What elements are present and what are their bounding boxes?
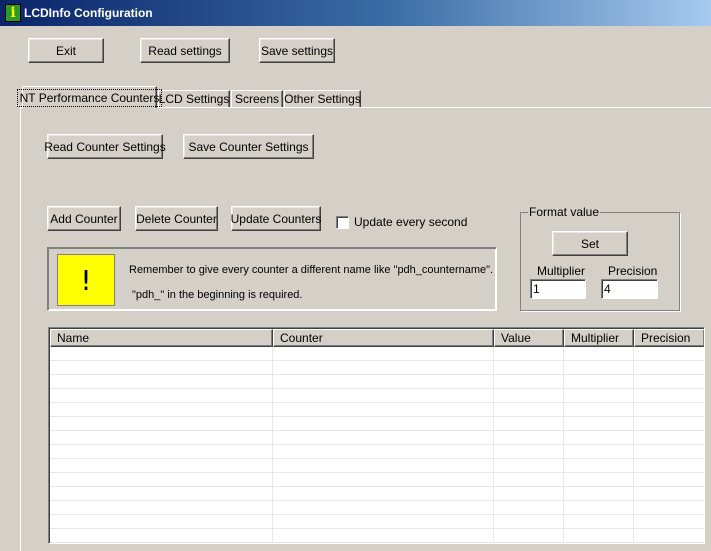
tab-lcd-settings[interactable]: LCD Settings <box>158 90 230 107</box>
naming-notice: ! Remember to give every counter a diffe… <box>47 247 497 311</box>
precision-label: Precision <box>608 264 658 278</box>
window-title: LCDInfo Configuration <box>24 6 153 20</box>
read-counter-settings-button[interactable]: Read Counter Settings <box>44 134 166 159</box>
save-counter-settings-button[interactable]: Save Counter Settings <box>183 134 314 159</box>
info-i-icon: i <box>5 4 21 22</box>
update-every-second-label: Update every second <box>354 215 468 229</box>
precision-input[interactable]: 4 <box>601 279 658 299</box>
add-counter-button[interactable]: Add Counter <box>47 206 121 231</box>
tab-screens[interactable]: Screens <box>231 90 283 107</box>
notice-line-2: "pdh_" in the beginning is required. <box>132 289 303 301</box>
exclamation-icon: ! <box>57 254 115 306</box>
column-header-name[interactable]: Name <box>50 329 273 347</box>
table-row[interactable] <box>50 501 704 515</box>
update-counters-button[interactable]: Update Counters <box>231 206 321 231</box>
delete-counter-button[interactable]: Delete Counter <box>135 206 218 231</box>
table-row[interactable] <box>50 431 704 445</box>
title-bar: i LCDInfo Configuration <box>0 0 711 26</box>
table-row[interactable] <box>50 445 704 459</box>
multiplier-input[interactable]: 1 <box>530 279 586 299</box>
column-header-multiplier[interactable]: Multiplier <box>564 329 634 347</box>
update-every-second-checkbox[interactable] <box>336 215 349 229</box>
table-row[interactable] <box>50 459 704 473</box>
read-settings-button[interactable]: Read settings <box>140 38 230 63</box>
table-row[interactable] <box>50 361 704 375</box>
set-button[interactable]: Set <box>552 231 628 256</box>
save-settings-button[interactable]: Save settings <box>259 38 335 63</box>
format-value-group: Format value Set Multiplier Precision 1 … <box>520 205 680 311</box>
table-row[interactable] <box>50 515 704 529</box>
table-row[interactable] <box>50 347 704 361</box>
tab-nt-performance-counters[interactable]: NT Performance Counters <box>16 86 163 108</box>
table-row[interactable] <box>50 529 704 543</box>
column-header-value[interactable]: Value <box>494 329 564 347</box>
update-every-second-option[interactable]: Update every second <box>336 215 467 229</box>
table-body[interactable] <box>50 347 704 543</box>
notice-line-1: Remember to give every counter a differe… <box>129 264 494 276</box>
multiplier-label: Multiplier <box>537 264 586 278</box>
table-row[interactable] <box>50 389 704 403</box>
column-header-precision[interactable]: Precision <box>634 329 704 347</box>
table-row[interactable] <box>50 417 704 431</box>
tab-other-settings[interactable]: Other Settings <box>284 90 361 107</box>
column-header-counter[interactable]: Counter <box>273 329 494 347</box>
exit-button[interactable]: Exit <box>28 38 104 63</box>
table-row[interactable] <box>50 375 704 389</box>
table-row[interactable] <box>50 473 704 487</box>
table-row[interactable] <box>50 487 704 501</box>
counters-table[interactable]: Name Counter Value Multiplier Precision <box>48 327 705 544</box>
table-header: Name Counter Value Multiplier Precision <box>50 329 704 347</box>
format-value-title: Format value <box>528 205 601 219</box>
table-row[interactable] <box>50 403 704 417</box>
